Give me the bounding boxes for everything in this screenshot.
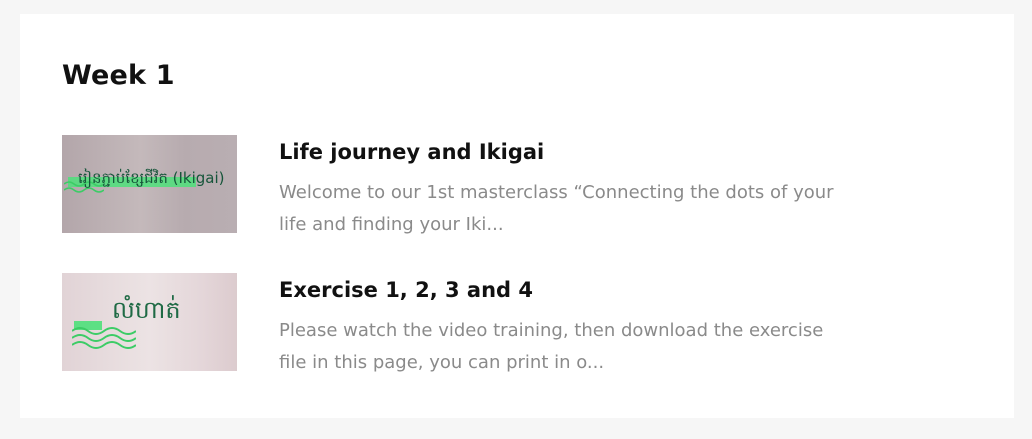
thumbnail-caption: លំហាត់ [112,296,181,324]
lesson-title[interactable]: Exercise 1, 2, 3 and 4 [279,278,533,302]
lesson-description: Welcome to our 1st masterclass “Connecti… [279,182,834,235]
lesson-item[interactable]: លំហាត់ Exercise 1, 2, 3 and 4 Please wat… [62,273,862,373]
lesson-description: Please watch the video training, then do… [279,320,824,373]
lesson-thumbnail[interactable]: លំហាត់ [62,273,237,371]
thumbnail-caption: រៀនភ្ជាប់ខ្សែជីវិត (Ikigai) [78,169,225,187]
course-week-card: Week 1 រៀនភ្ជាប់ខ្សែជីវិត (Ikigai) Life … [20,14,1014,418]
lesson-item[interactable]: រៀនភ្ជាប់ខ្សែជីវិត (Ikigai) Life journey… [62,135,862,235]
lesson-thumbnail[interactable]: រៀនភ្ជាប់ខ្សែជីវិត (Ikigai) [62,135,237,233]
week-title: Week 1 [62,60,175,91]
lesson-title[interactable]: Life journey and Ikigai [279,140,544,164]
